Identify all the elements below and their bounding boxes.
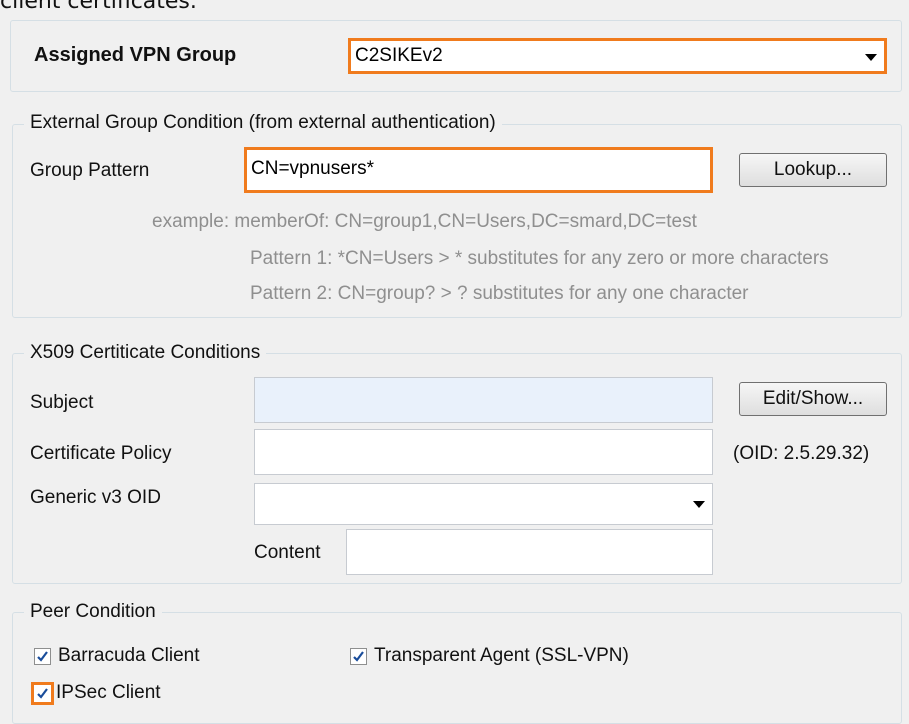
- barracuda-client-label[interactable]: Barracuda Client: [58, 645, 200, 667]
- oid-text: (OID: 2.5.29.32): [733, 443, 870, 464]
- chevron-down-icon[interactable]: [693, 501, 705, 508]
- subject-label: Subject: [30, 392, 94, 413]
- certificate-policy-label: Certificate Policy: [30, 443, 172, 464]
- edit-show-button[interactable]: Edit/Show...: [739, 382, 887, 416]
- peer-condition-legend: Peer Condition: [24, 601, 162, 623]
- checkmark-icon: [353, 651, 364, 662]
- example-text: example: memberOf: CN=group1,CN=Users,DC…: [152, 211, 697, 232]
- content-label: Content: [254, 542, 321, 563]
- lookup-button[interactable]: Lookup...: [739, 153, 887, 187]
- ipsec-client-label[interactable]: IPSec Client: [56, 682, 161, 704]
- external-group-condition-legend: External Group Condition (from external …: [24, 112, 502, 134]
- certificate-policy-input[interactable]: [254, 429, 713, 475]
- group-pattern-value: CN=vpnusers*: [251, 158, 375, 179]
- pattern2-text: Pattern 2: CN=group? > ? substitutes for…: [250, 283, 749, 304]
- generic-v3-oid-label: Generic v3 OID: [30, 487, 161, 508]
- checkmark-icon: [37, 651, 48, 662]
- peer-condition-box: [12, 612, 902, 724]
- content-input[interactable]: [346, 529, 713, 575]
- x509-conditions-legend: X509 Certiticate Conditions: [24, 342, 267, 364]
- chevron-down-icon[interactable]: [865, 54, 877, 61]
- assigned-vpn-group-label: Assigned VPN Group: [34, 44, 237, 66]
- checkmark-icon: [37, 688, 48, 699]
- transparent-agent-checkbox[interactable]: [350, 648, 367, 665]
- top-cutoff-text: client certificates.: [0, 0, 197, 14]
- assigned-vpn-group-value: C2SIKEv2: [355, 45, 443, 66]
- ipsec-client-checkbox[interactable]: [31, 682, 54, 705]
- pattern1-text: Pattern 1: *CN=Users > * substitutes for…: [250, 248, 829, 269]
- barracuda-client-checkbox[interactable]: [34, 648, 51, 665]
- group-pattern-label: Group Pattern: [30, 160, 150, 181]
- subject-input[interactable]: [254, 377, 713, 423]
- group-pattern-input[interactable]: CN=vpnusers*: [244, 147, 713, 193]
- assigned-vpn-group-select[interactable]: C2SIKEv2: [348, 38, 887, 74]
- generic-v3-oid-select[interactable]: [254, 483, 713, 525]
- transparent-agent-label[interactable]: Transparent Agent (SSL-VPN): [374, 645, 629, 667]
